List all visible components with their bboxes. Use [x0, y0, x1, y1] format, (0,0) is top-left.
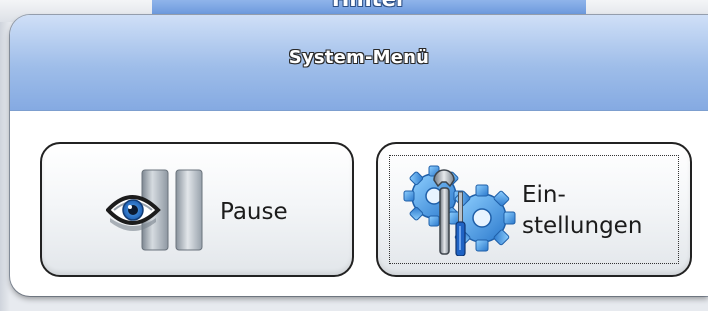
background-window-edge [0, 22, 10, 311]
eye-pause-icon [106, 169, 203, 251]
gear-wrench-icon [403, 165, 516, 256]
settings-button[interactable]: Ein- stellungen [376, 142, 692, 277]
system-menu-dialog: System-Menü Pause Ein- stellungen [10, 15, 708, 296]
settings-button-label: Ein- stellungen [522, 180, 642, 242]
pause-button-label: Pause [220, 199, 288, 225]
dialog-titlebar: System-Menü [10, 15, 708, 111]
settings-label-line2: stellungen [522, 213, 643, 239]
settings-label-line1: Ein- [522, 182, 566, 208]
pause-button[interactable]: Pause [40, 142, 354, 277]
dialog-title: System-Menü [288, 47, 430, 68]
background-tab-label: Hinter [152, 0, 586, 11]
